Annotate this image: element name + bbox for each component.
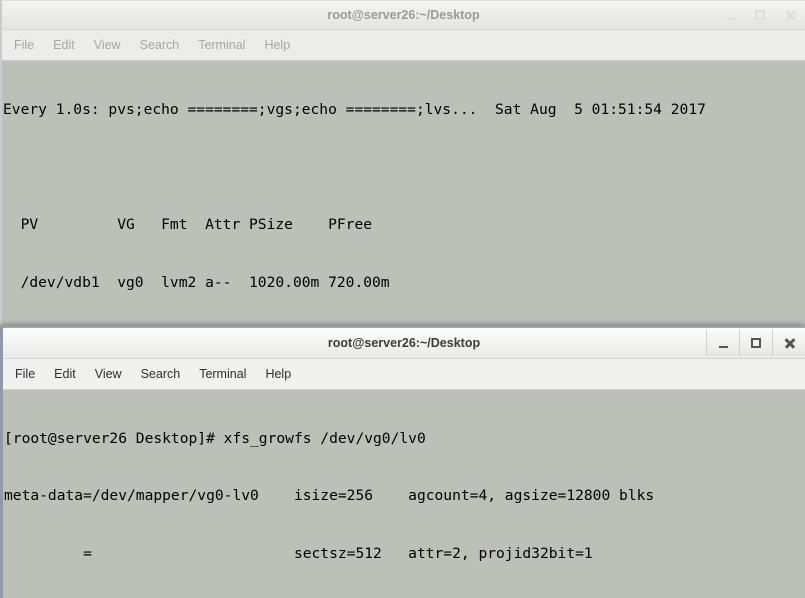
window-controls [715, 1, 805, 29]
terminal-line: Every 1.0s: pvs;echo ========;vgs;echo =… [3, 100, 706, 118]
maximize-icon[interactable] [745, 1, 775, 29]
menu-item-help[interactable]: Help [264, 38, 290, 52]
titlebar[interactable]: root@server26:~/Desktop [2, 1, 805, 30]
menu-item-terminal[interactable]: Terminal [198, 38, 245, 52]
terminal-output-growfs[interactable]: [root@server26 Desktop]# xfs_growfs /dev… [3, 390, 805, 598]
titlebar[interactable]: root@server26:~/Desktop [3, 328, 805, 359]
menu-item-file[interactable]: File [15, 367, 35, 381]
menu-item-terminal[interactable]: Terminal [199, 367, 246, 381]
minimize-icon[interactable] [706, 330, 739, 356]
terminal-line: PV VG Fmt Attr PSize PFree [3, 216, 373, 234]
terminal-line: /dev/vdb1 vg0 lvm2 a-- 1020.00m 720.00m [3, 274, 390, 292]
window-controls [706, 328, 805, 358]
menu-item-search[interactable]: Search [140, 38, 180, 52]
terminal-output-watch[interactable]: Every 1.0s: pvs;echo ========;vgs;echo =… [2, 61, 805, 324]
maximize-icon[interactable] [739, 330, 772, 356]
menu-item-help[interactable]: Help [265, 367, 291, 381]
close-icon[interactable] [772, 330, 805, 356]
terminal-window-foreground[interactable]: root@server26:~/Desktop File Edit View S… [0, 326, 805, 598]
menu-item-file[interactable]: File [14, 38, 34, 52]
menubar: File Edit View Search Terminal Help [2, 30, 805, 61]
menu-item-search[interactable]: Search [141, 367, 181, 381]
menu-item-view[interactable]: View [94, 38, 121, 52]
terminal-window-background[interactable]: root@server26:~/Desktop File Edit View S… [0, 0, 805, 324]
window-title: root@server26:~/Desktop [327, 8, 480, 22]
terminal-prompt-line: [root@server26 Desktop]# xfs_growfs /dev… [4, 429, 426, 447]
menu-item-edit[interactable]: Edit [54, 367, 76, 381]
menubar: File Edit View Search Terminal Help [3, 359, 805, 390]
menu-item-view[interactable]: View [95, 367, 122, 381]
menu-item-edit[interactable]: Edit [53, 38, 75, 52]
terminal-line: = sectsz=512 attr=2, projid32bit=1 [4, 545, 593, 563]
close-icon[interactable] [775, 1, 805, 29]
window-title: root@server26:~/Desktop [327, 336, 481, 350]
minimize-icon[interactable] [715, 1, 745, 29]
terminal-line: meta-data=/dev/mapper/vg0-lv0 isize=256 … [4, 487, 655, 505]
